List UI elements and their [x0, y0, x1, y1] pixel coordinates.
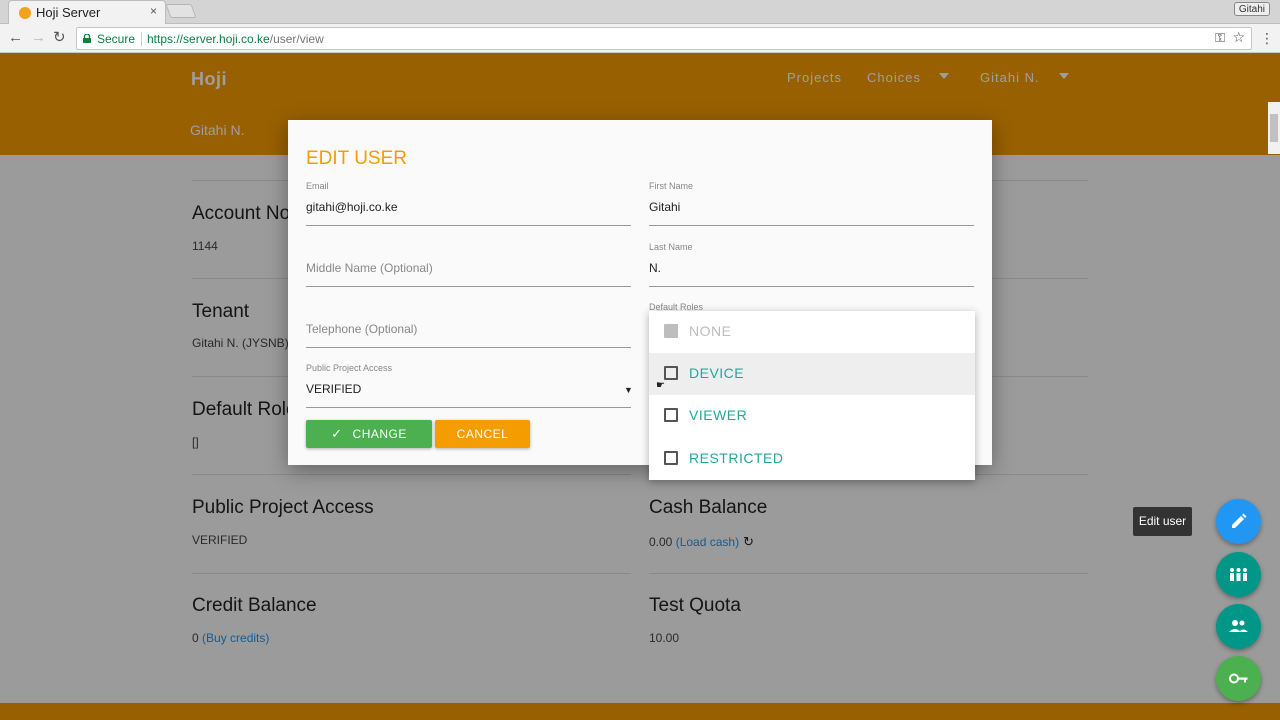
public-access-select[interactable]: VERIFIED — [306, 382, 361, 396]
role-option-restricted[interactable]: RESTRICTED — [649, 438, 975, 480]
first-name-label: First Name — [649, 181, 694, 191]
url-path: /user/view — [269, 32, 324, 46]
checkbox-icon[interactable] — [664, 451, 678, 465]
browser-tab-bar: Hoji Server × Gitahi — [0, 0, 1280, 24]
email-underline — [306, 225, 631, 226]
hand-cursor-icon: ☛ — [656, 380, 665, 391]
url-text: https://server.hoji.co.ke/user/view — [147, 32, 324, 46]
scroll-thumb[interactable] — [1270, 114, 1278, 142]
omnibox-separator — [141, 32, 142, 46]
group-icon — [1230, 568, 1247, 581]
browser-menu-icon[interactable]: ⋮ — [1260, 29, 1274, 47]
roles-dropdown: NONE DEVICE VIEWER RESTRICTED — [649, 311, 975, 480]
tab-title: Hoji Server — [36, 5, 101, 20]
email-label: Email — [306, 181, 329, 191]
back-icon[interactable]: ← — [8, 28, 23, 48]
role-option-label: VIEWER — [689, 407, 748, 423]
edit-user-button[interactable] — [1216, 499, 1261, 544]
middle-name-field[interactable]: Middle Name (Optional) — [306, 261, 433, 275]
reload-icon[interactable]: ↻ — [53, 28, 66, 48]
scrollbar[interactable] — [1268, 102, 1280, 154]
tab-close-icon[interactable]: × — [150, 4, 157, 18]
last-name-field[interactable]: N. — [649, 261, 661, 275]
role-option-label: RESTRICTED — [689, 450, 784, 466]
profile-badge[interactable]: Gitahi — [1233, 2, 1270, 16]
role-option-label: DEVICE — [689, 365, 745, 381]
key-icon[interactable]: ⚿ — [1215, 30, 1225, 46]
public-access-select-label: Public Project Access — [306, 363, 393, 373]
last-name-label: Last Name — [649, 242, 693, 252]
middle-name-underline — [306, 286, 631, 287]
telephone-underline — [306, 347, 631, 348]
checkbox-icon — [664, 324, 678, 338]
role-option-none[interactable]: NONE — [649, 311, 975, 353]
dialog-title: EDIT USER — [306, 148, 408, 169]
role-option-device[interactable]: DEVICE — [649, 353, 975, 395]
last-name-underline — [649, 286, 974, 287]
role-option-label: NONE — [689, 323, 732, 339]
key-icon — [1229, 673, 1248, 684]
new-tab-button[interactable] — [165, 4, 197, 18]
email-field[interactable]: gitahi@hoji.co.ke — [306, 200, 398, 214]
address-bar[interactable]: Secure https://server.hoji.co.ke/user/vi… — [76, 27, 1252, 50]
edit-user-tooltip: Edit user — [1133, 507, 1192, 536]
favicon-icon — [19, 7, 31, 19]
forward-icon[interactable]: → — [31, 28, 46, 48]
lock-icon — [83, 34, 91, 43]
change-button-label: CHANGE — [352, 427, 407, 441]
change-password-button[interactable] — [1216, 656, 1261, 701]
checkbox-icon[interactable] — [664, 366, 678, 380]
check-icon: ✓ — [331, 426, 343, 441]
cancel-button[interactable]: CANCEL — [435, 420, 530, 448]
first-name-field[interactable]: Gitahi — [649, 200, 680, 214]
telephone-field[interactable]: Telephone (Optional) — [306, 322, 417, 336]
checkbox-icon[interactable] — [664, 408, 678, 422]
pencil-icon — [1232, 513, 1247, 528]
bookmark-star-icon[interactable]: ☆ — [1232, 29, 1245, 46]
select-arrow-icon[interactable]: ▼ — [624, 385, 633, 395]
role-option-viewer[interactable]: VIEWER — [649, 395, 975, 437]
change-button[interactable]: ✓ CHANGE — [306, 420, 432, 448]
browser-tab[interactable]: Hoji Server × — [8, 0, 166, 24]
people-icon — [1229, 620, 1248, 632]
browser-toolbar: ← → ↻ Secure https://server.hoji.co.ke/u… — [0, 24, 1280, 53]
url-base: https://server.hoji.co.ke — [147, 32, 270, 46]
secure-label: Secure — [97, 32, 136, 46]
manage-users-button[interactable] — [1216, 604, 1261, 649]
first-name-underline — [649, 225, 974, 226]
cancel-button-label: CANCEL — [456, 427, 509, 441]
public-access-underline — [306, 407, 631, 408]
manage-roles-button[interactable] — [1216, 552, 1261, 597]
